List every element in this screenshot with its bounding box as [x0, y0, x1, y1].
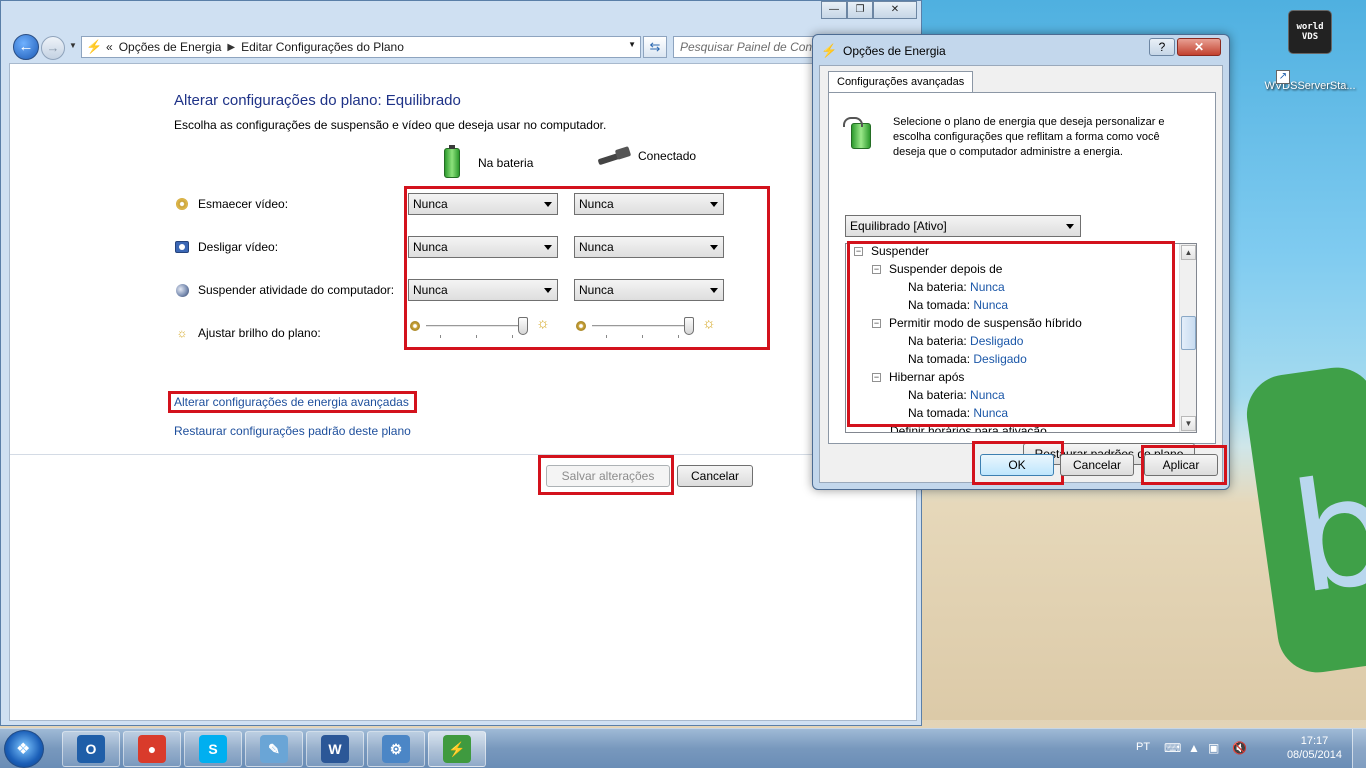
power-plug-icon: [598, 148, 632, 164]
highlight-box-save: [538, 455, 674, 495]
plan-select[interactable]: Equilibrado [Ativo]: [845, 215, 1081, 237]
dialog-title: ⚡ Opções de Energia: [821, 43, 946, 59]
search-input[interactable]: Pesquisar Painel de Controle: [673, 36, 817, 58]
dialog-description: Selecione o plano de energia que deseja …: [893, 116, 1165, 158]
dim-display-icon: [174, 196, 190, 212]
scroll-down-icon[interactable]: ▼: [1181, 416, 1196, 431]
back-button[interactable]: ←: [13, 34, 39, 60]
taskbar-app-word[interactable]: W: [306, 731, 364, 767]
setting-display-off: Desligar vídeo:: [174, 235, 278, 259]
scroll-thumb[interactable]: [1181, 316, 1196, 350]
outlook-icon: O: [77, 735, 105, 763]
taskbar-app-chrome[interactable]: ●: [123, 731, 181, 767]
setting-label: Suspender atividade do computador:: [198, 283, 395, 297]
battery-icon: [444, 145, 460, 178]
page-title: Alterar configurações do plano: Equilibr…: [174, 92, 461, 109]
breadcrumb-edit-plan[interactable]: Editar Configurações do Plano: [241, 40, 404, 54]
minimize-button[interactable]: —: [821, 1, 847, 19]
system-tray: PT ⌨ ▲ ▣ 🔇 17:17 08/05/2014: [1136, 729, 1366, 768]
setting-sleep: Suspender atividade do computador:: [174, 278, 394, 302]
column-label-battery: Na bateria: [478, 156, 534, 170]
setting-dim-display: Esmaecer vídeo:: [174, 192, 288, 216]
volume-muted-icon[interactable]: 🔇: [1232, 741, 1247, 755]
taskbar-app-skype[interactable]: S: [184, 731, 242, 767]
desktop-icon-wvds[interactable]: world VDS ↗ WVDSServerSta...: [1262, 10, 1358, 92]
power-options-icon: ⚡: [443, 735, 471, 763]
shortcut-arrow-icon: ↗: [1276, 70, 1290, 84]
taskbar-app-control-panel[interactable]: ⚙: [367, 731, 425, 767]
window-controls: — ❐ ✕: [821, 1, 917, 19]
start-button[interactable]: [4, 730, 44, 768]
control-panel-icon: ⚙: [382, 735, 410, 763]
power-options-icon: ⚡: [821, 43, 838, 58]
cancel-button[interactable]: Cancelar: [677, 465, 753, 487]
explorer-window: — ❐ ✕ ← → ▼ ⚡ « Opções de Energia ▶ Edit…: [0, 0, 922, 726]
setting-label: Esmaecer vídeo:: [198, 197, 289, 211]
sleep-moon-icon: [174, 282, 190, 298]
keyboard-icon[interactable]: ⌨: [1164, 741, 1181, 755]
wvds-icon: world VDS: [1288, 10, 1332, 54]
refresh-button[interactable]: ⇆: [643, 36, 667, 58]
tab-advanced-settings[interactable]: Configurações avançadas: [828, 71, 974, 93]
breadcrumb-root[interactable]: «: [106, 40, 113, 54]
power-options-dialog: ⚡ Opções de Energia ? ✕ Configurações av…: [812, 34, 1230, 490]
highlight-box-settings: [404, 186, 770, 350]
dialog-close-button[interactable]: ✕: [1177, 38, 1221, 56]
dialog-title-text: Opções de Energia: [843, 44, 946, 58]
dialog-body: Configurações avançadas Selecione o plan…: [819, 65, 1223, 483]
taskbar-app-power-options[interactable]: ⚡: [428, 731, 486, 767]
clock-time: 17:17: [1300, 735, 1329, 747]
skype-icon: S: [199, 735, 227, 763]
clock-date: 08/05/2014: [1286, 749, 1342, 761]
highlight-box-tree: [847, 241, 1175, 427]
taskbar-app-outlook[interactable]: O: [62, 731, 120, 767]
brightness-sun-icon: ☼: [176, 326, 188, 340]
power-battery-icon: [843, 117, 875, 149]
close-button[interactable]: ✕: [873, 1, 917, 19]
setting-brightness: ☼ Ajustar brilho do plano:: [174, 321, 321, 345]
taskbar-app-notepad[interactable]: ✎: [245, 731, 303, 767]
tree-scrollbar[interactable]: ▲ ▼: [1179, 244, 1196, 432]
show-desktop-button[interactable]: [1352, 729, 1366, 768]
setting-label: Desligar vídeo:: [198, 240, 279, 254]
language-indicator[interactable]: PT: [1136, 741, 1150, 753]
forward-button[interactable]: →: [41, 36, 65, 60]
breadcrumb-power-options[interactable]: Opções de Energia: [119, 40, 222, 54]
maximize-button[interactable]: ❐: [847, 1, 873, 19]
address-bar[interactable]: ⚡ « Opções de Energia ▶ Editar Configura…: [81, 36, 641, 58]
word-icon: W: [321, 735, 349, 763]
advanced-settings-panel: Selecione o plano de energia que deseja …: [828, 92, 1216, 465]
scroll-up-icon[interactable]: ▲: [1181, 245, 1196, 260]
chevron-down-icon: [1066, 224, 1074, 229]
help-button[interactable]: ?: [1149, 38, 1175, 56]
highlight-box-advanced-link: [168, 391, 417, 413]
show-hidden-icons-icon[interactable]: ▲: [1188, 741, 1200, 755]
navigation-bar: ← → ▼ ⚡ « Opções de Energia ▶ Editar Con…: [9, 33, 917, 61]
column-label-plugged: Conectado: [638, 149, 697, 163]
setting-label: Ajustar brilho do plano:: [198, 326, 321, 340]
highlight-box-apply: [1141, 445, 1227, 485]
plan-settings-page: Alterar configurações do plano: Equilibr…: [9, 63, 917, 721]
breadcrumb-separator-icon[interactable]: ▶: [227, 42, 235, 53]
display-off-icon: [174, 239, 190, 255]
dialog-cancel-button[interactable]: Cancelar: [1060, 454, 1134, 476]
column-header-plugged: Conectado: [598, 148, 696, 164]
highlight-box-ok: [972, 441, 1064, 485]
network-icon[interactable]: ▣: [1208, 741, 1219, 755]
page-subtitle: Escolha as configurações de suspensão e …: [174, 118, 607, 132]
address-dropdown-icon[interactable]: ▼: [628, 40, 636, 49]
link-restore-defaults[interactable]: Restaurar configurações padrão deste pla…: [174, 424, 411, 438]
divider: [10, 454, 916, 455]
notepad-icon: ✎: [260, 735, 288, 763]
taskbar: O ● S ✎ W ⚙ ⚡ PT ⌨ ▲ ▣ 🔇 17:17 08/05/2014: [0, 728, 1366, 768]
power-options-icon: ⚡: [86, 39, 103, 54]
clock[interactable]: 17:17 08/05/2014: [1287, 734, 1342, 762]
column-header-battery: Na bateria: [444, 145, 534, 178]
chrome-icon: ●: [138, 735, 166, 763]
recent-pages-dropdown[interactable]: ▼: [69, 41, 77, 50]
